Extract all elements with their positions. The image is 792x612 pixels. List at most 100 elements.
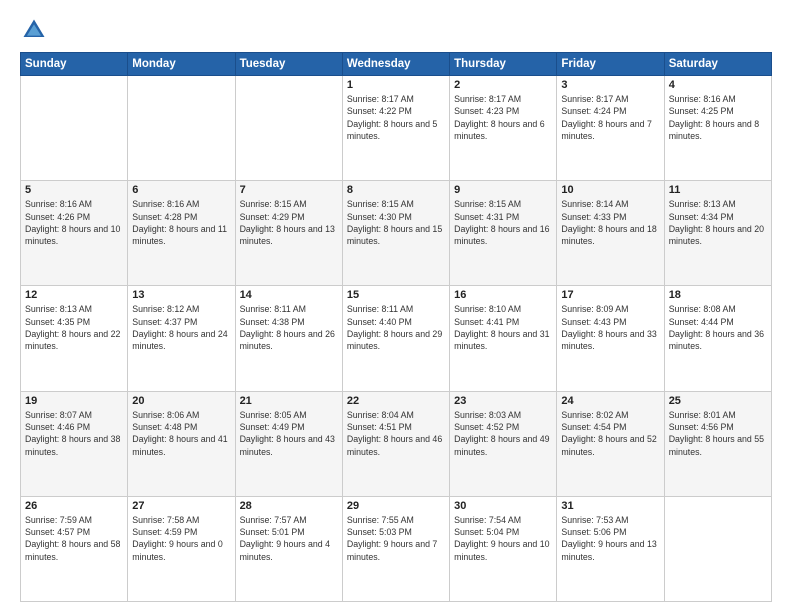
day-info: Sunrise: 7:57 AM Sunset: 5:01 PM Dayligh… [240, 514, 338, 563]
weekday-header: Sunday [21, 53, 128, 76]
day-info: Sunrise: 8:12 AM Sunset: 4:37 PM Dayligh… [132, 303, 230, 352]
calendar-cell: 17 Sunrise: 8:09 AM Sunset: 4:43 PM Dayli… [557, 286, 664, 391]
day-info: Sunrise: 8:16 AM Sunset: 4:28 PM Dayligh… [132, 198, 230, 247]
day-info: Sunrise: 8:09 AM Sunset: 4:43 PM Dayligh… [561, 303, 659, 352]
calendar-cell [21, 76, 128, 181]
day-info: Sunrise: 8:17 AM Sunset: 4:23 PM Dayligh… [454, 93, 552, 142]
calendar-cell: 2 Sunrise: 8:17 AM Sunset: 4:23 PM Daylig… [450, 76, 557, 181]
calendar-cell: 21Sunrise: 8:05 AM Sunset: 4:49 PM Dayli… [235, 391, 342, 496]
calendar-cell: 23Sunrise: 8:03 AM Sunset: 4:52 PM Dayli… [450, 391, 557, 496]
calendar-cell: 31 Sunrise: 7:53 AM Sunset: 5:06 PM Dayli… [557, 496, 664, 601]
calendar-cell: 8Sunrise: 8:15 AM Sunset: 4:30 PM Daylig… [342, 181, 449, 286]
weekday-header: Friday [557, 53, 664, 76]
day-info: Sunrise: 8:06 AM Sunset: 4:48 PM Dayligh… [132, 409, 230, 458]
day-number: 2 [454, 79, 552, 91]
day-info: Sunrise: 8:01 AM Sunset: 4:56 PM Dayligh… [669, 409, 767, 458]
day-number: 21 [240, 395, 338, 407]
day-number: 28 [240, 500, 338, 512]
day-number: 6 [132, 184, 230, 196]
day-number: 13 [132, 289, 230, 301]
day-info: Sunrise: 8:08 AM Sunset: 4:44 PM Dayligh… [669, 303, 767, 352]
calendar-cell: 15 Sunrise: 8:11 AM Sunset: 4:40 PM Dayli… [342, 286, 449, 391]
day-info: Sunrise: 8:17 AM Sunset: 4:22 PM Dayligh… [347, 93, 445, 142]
weekday-header-row: SundayMondayTuesdayWednesdayThursdayFrid… [21, 53, 772, 76]
calendar-cell: 12 Sunrise: 8:13 AM Sunset: 4:35 PM Dayli… [21, 286, 128, 391]
day-info: Sunrise: 8:13 AM Sunset: 4:34 PM Dayligh… [669, 198, 767, 247]
day-number: 29 [347, 500, 445, 512]
day-number: 14 [240, 289, 338, 301]
day-number: 1 [347, 79, 445, 91]
calendar-cell: 11 Sunrise: 8:13 AM Sunset: 4:34 PM Dayli… [664, 181, 771, 286]
calendar-cell: 28 Sunrise: 7:57 AM Sunset: 5:01 PM Dayli… [235, 496, 342, 601]
day-info: Sunrise: 8:11 AM Sunset: 4:38 PM Dayligh… [240, 303, 338, 352]
day-number: 20 [132, 395, 230, 407]
calendar-cell: 5 Sunrise: 8:16 AM Sunset: 4:26 PM Daylig… [21, 181, 128, 286]
day-number: 27 [132, 500, 230, 512]
calendar-cell: 19 Sunrise: 8:07 AM Sunset: 4:46 PM Dayli… [21, 391, 128, 496]
page: SundayMondayTuesdayWednesdayThursdayFrid… [0, 0, 792, 612]
header [20, 16, 772, 44]
calendar-table: SundayMondayTuesdayWednesdayThursdayFrid… [20, 52, 772, 602]
day-info: Sunrise: 8:13 AM Sunset: 4:35 PM Dayligh… [25, 303, 123, 352]
calendar-cell: 6 Sunrise: 8:16 AM Sunset: 4:28 PM Daylig… [128, 181, 235, 286]
day-info: Sunrise: 8:11 AM Sunset: 4:40 PM Dayligh… [347, 303, 445, 352]
calendar-cell [128, 76, 235, 181]
day-info: Sunrise: 8:15 AM Sunset: 4:30 PM Dayligh… [347, 198, 445, 247]
day-number: 17 [561, 289, 659, 301]
calendar-cell: 24 Sunrise: 8:02 AM Sunset: 4:54 PM Dayli… [557, 391, 664, 496]
day-number: 10 [561, 184, 659, 196]
day-number: 31 [561, 500, 659, 512]
calendar-week-row: 1 Sunrise: 8:17 AM Sunset: 4:22 PM Daylig… [21, 76, 772, 181]
calendar-cell [664, 496, 771, 601]
day-number: 26 [25, 500, 123, 512]
calendar-cell: 27 Sunrise: 7:58 AM Sunset: 4:59 PM Dayli… [128, 496, 235, 601]
calendar-cell: 30 Sunrise: 7:54 AM Sunset: 5:04 PM Dayli… [450, 496, 557, 601]
day-info: Sunrise: 8:15 AM Sunset: 4:29 PM Dayligh… [240, 198, 338, 247]
day-number: 12 [25, 289, 123, 301]
day-number: 5 [25, 184, 123, 196]
calendar-cell: 4 Sunrise: 8:16 AM Sunset: 4:25 PM Daylig… [664, 76, 771, 181]
calendar-week-row: 19 Sunrise: 8:07 AM Sunset: 4:46 PM Dayli… [21, 391, 772, 496]
calendar-cell: 7 Sunrise: 8:15 AM Sunset: 4:29 PM Daylig… [235, 181, 342, 286]
day-info: Sunrise: 7:58 AM Sunset: 4:59 PM Dayligh… [132, 514, 230, 563]
day-number: 19 [25, 395, 123, 407]
day-info: Sunrise: 8:16 AM Sunset: 4:26 PM Dayligh… [25, 198, 123, 247]
weekday-header: Thursday [450, 53, 557, 76]
calendar-cell: 16Sunrise: 8:10 AM Sunset: 4:41 PM Dayli… [450, 286, 557, 391]
calendar-cell: 1 Sunrise: 8:17 AM Sunset: 4:22 PM Daylig… [342, 76, 449, 181]
day-info: Sunrise: 8:14 AM Sunset: 4:33 PM Dayligh… [561, 198, 659, 247]
day-number: 18 [669, 289, 767, 301]
day-number: 11 [669, 184, 767, 196]
day-number: 4 [669, 79, 767, 91]
day-info: Sunrise: 7:55 AM Sunset: 5:03 PM Dayligh… [347, 514, 445, 563]
day-info: Sunrise: 8:16 AM Sunset: 4:25 PM Dayligh… [669, 93, 767, 142]
calendar-cell: 22 Sunrise: 8:04 AM Sunset: 4:51 PM Dayli… [342, 391, 449, 496]
day-info: Sunrise: 7:54 AM Sunset: 5:04 PM Dayligh… [454, 514, 552, 563]
calendar-cell: 25Sunrise: 8:01 AM Sunset: 4:56 PM Dayli… [664, 391, 771, 496]
day-info: Sunrise: 8:04 AM Sunset: 4:51 PM Dayligh… [347, 409, 445, 458]
day-number: 30 [454, 500, 552, 512]
day-number: 22 [347, 395, 445, 407]
calendar-week-row: 12 Sunrise: 8:13 AM Sunset: 4:35 PM Dayli… [21, 286, 772, 391]
day-info: Sunrise: 8:10 AM Sunset: 4:41 PM Dayligh… [454, 303, 552, 352]
day-number: 7 [240, 184, 338, 196]
day-number: 15 [347, 289, 445, 301]
calendar-cell: 13 Sunrise: 8:12 AM Sunset: 4:37 PM Dayli… [128, 286, 235, 391]
logo-icon [20, 16, 48, 44]
day-info: Sunrise: 8:03 AM Sunset: 4:52 PM Dayligh… [454, 409, 552, 458]
day-info: Sunrise: 8:07 AM Sunset: 4:46 PM Dayligh… [25, 409, 123, 458]
calendar-week-row: 5 Sunrise: 8:16 AM Sunset: 4:26 PM Daylig… [21, 181, 772, 286]
calendar-cell: 26Sunrise: 7:59 AM Sunset: 4:57 PM Dayli… [21, 496, 128, 601]
day-info: Sunrise: 8:02 AM Sunset: 4:54 PM Dayligh… [561, 409, 659, 458]
day-number: 24 [561, 395, 659, 407]
weekday-header: Tuesday [235, 53, 342, 76]
calendar-cell: 3Sunrise: 8:17 AM Sunset: 4:24 PM Daylig… [557, 76, 664, 181]
calendar-cell [235, 76, 342, 181]
calendar-cell: 10 Sunrise: 8:14 AM Sunset: 4:33 PM Dayli… [557, 181, 664, 286]
weekday-header: Saturday [664, 53, 771, 76]
day-number: 3 [561, 79, 659, 91]
calendar-cell: 29 Sunrise: 7:55 AM Sunset: 5:03 PM Dayli… [342, 496, 449, 601]
calendar-week-row: 26Sunrise: 7:59 AM Sunset: 4:57 PM Dayli… [21, 496, 772, 601]
day-info: Sunrise: 7:53 AM Sunset: 5:06 PM Dayligh… [561, 514, 659, 563]
calendar-cell: 18 Sunrise: 8:08 AM Sunset: 4:44 PM Dayli… [664, 286, 771, 391]
